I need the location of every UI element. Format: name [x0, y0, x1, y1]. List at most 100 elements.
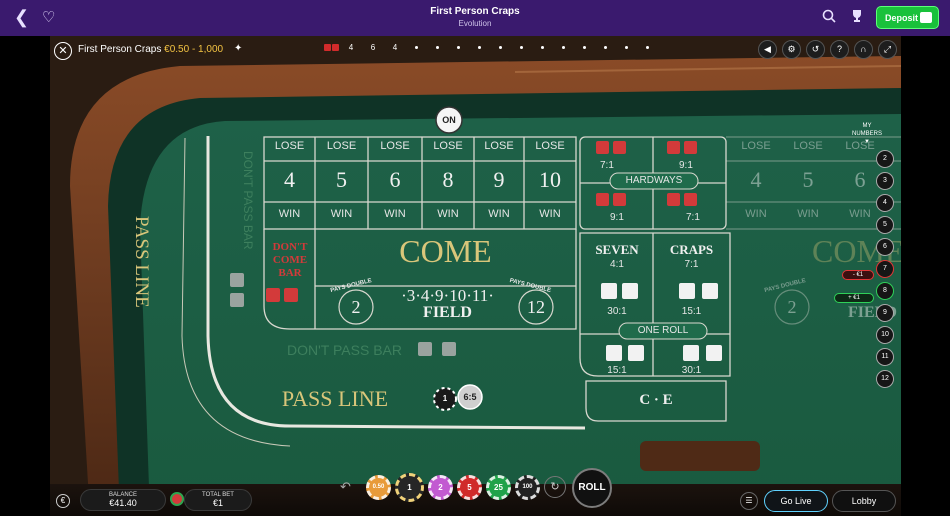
dont-pass-bar-label[interactable]: DON'T PASS BAR: [272, 342, 417, 358]
hardway-odds-4[interactable]: 7:1: [686, 212, 700, 223]
win-label[interactable]: WIN: [474, 208, 524, 220]
chip-5[interactable]: 5: [457, 474, 482, 500]
statistics-icon[interactable]: ☰: [740, 492, 758, 510]
help-icon[interactable]: ?: [830, 40, 849, 59]
lobby-button[interactable]: Lobby: [832, 490, 896, 512]
my-number[interactable]: 10: [876, 326, 894, 344]
balance-display: BALANCE €41.40: [80, 489, 166, 511]
come-label[interactable]: COME: [315, 233, 576, 270]
win-row: WIN WIN WIN WIN WIN WIN: [264, 208, 576, 220]
pass-line-label[interactable]: PASS LINE: [260, 386, 410, 412]
my-number[interactable]: 4: [876, 194, 894, 212]
game-view: ON PASS LINE DON'T PASS BAR LOSE LOSE LO…: [50, 36, 901, 516]
seven-label[interactable]: SEVEN: [581, 242, 653, 258]
my-number[interactable]: 9: [876, 304, 894, 322]
one-roll-odds-right[interactable]: 15:1: [653, 306, 730, 317]
craps-label[interactable]: CRAPS: [653, 242, 730, 258]
history-dot: [604, 45, 607, 49]
place-number-5[interactable]: 5: [315, 167, 368, 193]
sound-icon[interactable]: ◀: [758, 40, 777, 59]
roll-history: 4 6 4: [324, 41, 658, 53]
undo-icon[interactable]: ↶: [340, 479, 351, 495]
chip-100[interactable]: 100: [515, 474, 540, 500]
lobby-label: Lobby: [851, 496, 877, 506]
search-icon[interactable]: [822, 9, 836, 23]
place-number-9[interactable]: 9: [474, 167, 524, 193]
table-limits: €0.50 - 1,000: [164, 44, 224, 55]
chip-1[interactable]: 1: [395, 472, 424, 502]
lose-label[interactable]: LOSE: [368, 140, 422, 152]
pin-icon[interactable]: ✦: [234, 43, 242, 54]
field-label[interactable]: FIELD: [380, 304, 515, 322]
craps-odds: 7:1: [684, 259, 699, 270]
dont-pass-bar-vertical-label: DON'T PASS BAR: [241, 151, 255, 250]
my-number[interactable]: 12: [876, 370, 894, 388]
trophy-icon[interactable]: [850, 9, 864, 23]
ghost-lose-label: LOSE: [793, 140, 823, 152]
hardway-odds-3[interactable]: 9:1: [610, 212, 624, 223]
dont-come-bar[interactable]: DON'T COME BAR: [265, 241, 315, 280]
close-button[interactable]: ✕: [54, 42, 72, 60]
craps-table[interactable]: [50, 36, 901, 516]
place-number-6[interactable]: 6: [368, 167, 422, 193]
chat-icon[interactable]: ∩: [854, 40, 873, 59]
my-number[interactable]: 8: [876, 282, 894, 300]
deposit-button[interactable]: Deposit: [876, 6, 939, 29]
ghost-lose-label: LOSE: [741, 140, 771, 152]
roll-button[interactable]: ROLL: [572, 468, 612, 508]
chip-selector: 0.50 1 2 5 25 100 ↻: [366, 472, 566, 502]
win-label[interactable]: WIN: [315, 208, 368, 220]
bottom-left-odds[interactable]: 15:1: [581, 365, 653, 376]
place-number-4[interactable]: 4: [264, 167, 315, 193]
ghost-number: 5: [802, 167, 814, 192]
place-number-8[interactable]: 8: [422, 167, 474, 193]
history-icon[interactable]: ↺: [806, 40, 825, 59]
chip-25[interactable]: 25: [486, 474, 511, 500]
repeat-icon[interactable]: ↻: [544, 476, 566, 498]
my-number[interactable]: 11: [876, 348, 894, 366]
win-label[interactable]: WIN: [368, 208, 422, 220]
my-numbers-title: MY NUMBERS ▼: [852, 122, 882, 146]
history-dot: [457, 45, 460, 49]
dont-come-line-2: COME: [272, 254, 308, 266]
fullscreen-icon[interactable]: ⤢: [878, 40, 897, 59]
lose-label[interactable]: LOSE: [474, 140, 524, 152]
my-number[interactable]: 3: [876, 172, 894, 190]
wallet-icon: [920, 12, 932, 23]
chip-0-50[interactable]: 0.50: [366, 474, 391, 500]
go-live-button[interactable]: Go Live: [764, 490, 828, 512]
my-number[interactable]: 2: [876, 150, 894, 168]
dont-come-line-1: DON'T: [272, 241, 308, 253]
win-label[interactable]: WIN: [524, 208, 576, 220]
place-number-10[interactable]: 10: [524, 167, 576, 193]
lose-label[interactable]: LOSE: [315, 140, 368, 152]
chip-stack-icon: [170, 492, 184, 506]
history-dot: [562, 45, 565, 49]
my-number-red-tag: - €1: [842, 270, 874, 280]
ce-label[interactable]: C · E: [586, 392, 726, 409]
app-title: First Person Craps: [430, 6, 520, 17]
history-dot: [478, 45, 481, 49]
chevron-down-icon: ▼: [864, 139, 870, 145]
field-two: 2: [351, 297, 361, 317]
my-number[interactable]: 6: [876, 238, 894, 256]
history-dot: [541, 45, 544, 49]
lose-label[interactable]: LOSE: [264, 140, 315, 152]
my-number[interactable]: 7: [876, 260, 894, 278]
history-dot: [583, 45, 586, 49]
settings-icon[interactable]: ⚙: [782, 40, 801, 59]
hardway-odds-1[interactable]: 7:1: [600, 160, 614, 171]
chip-2[interactable]: 2: [428, 474, 453, 500]
one-roll-odds-left[interactable]: 30:1: [581, 306, 653, 317]
win-label[interactable]: WIN: [264, 208, 315, 220]
app-provider: Evolution: [458, 19, 492, 28]
history-die-icon: [324, 43, 331, 51]
my-number[interactable]: 5: [876, 216, 894, 234]
bottom-right-odds[interactable]: 30:1: [653, 365, 730, 376]
total-bet-value: €1: [212, 498, 223, 508]
hud-toolbar: ◀ ⚙ ↺ ? ∩ ⤢: [758, 40, 897, 59]
lose-label[interactable]: LOSE: [524, 140, 576, 152]
win-label[interactable]: WIN: [422, 208, 474, 220]
lose-label[interactable]: LOSE: [422, 140, 474, 152]
hardway-odds-2[interactable]: 9:1: [679, 160, 693, 171]
